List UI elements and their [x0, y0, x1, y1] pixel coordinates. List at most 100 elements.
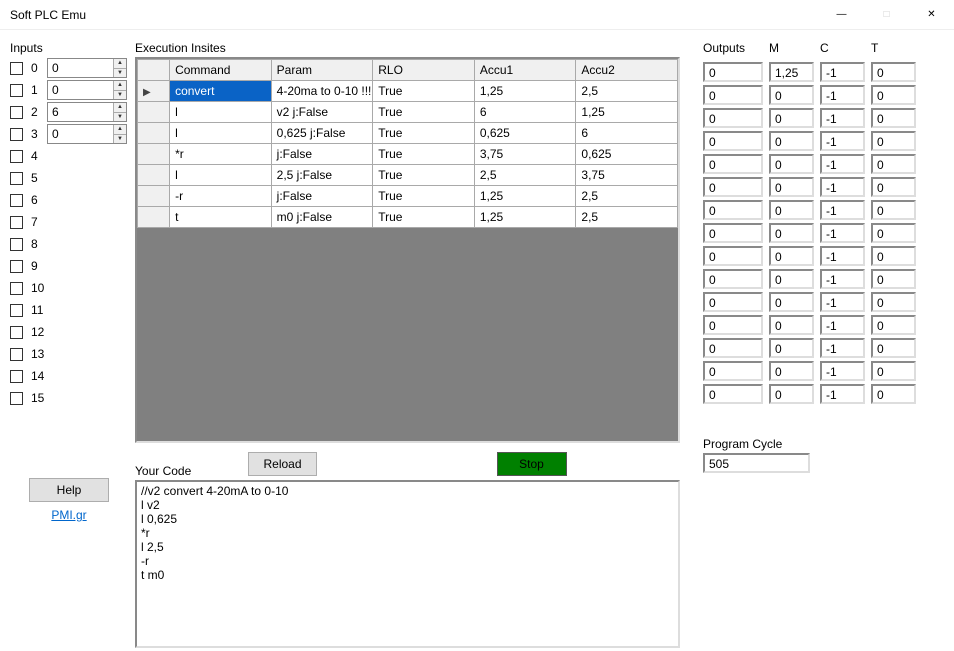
table-row[interactable]: l0,625 j:FalseTrue0,6256	[138, 123, 678, 144]
row-header[interactable]	[138, 165, 170, 186]
input-value-2[interactable]	[48, 103, 113, 121]
grid-cell[interactable]: True	[373, 186, 475, 207]
spinner-down-icon[interactable]: ▼	[114, 68, 126, 78]
program-cycle-panel: Program Cycle 505	[703, 437, 810, 473]
input-checkbox-5[interactable]	[10, 172, 23, 185]
c-value: -1	[820, 200, 865, 220]
input-value-0[interactable]	[48, 59, 113, 77]
spinner-up-icon[interactable]: ▲	[114, 59, 126, 68]
input-checkbox-4[interactable]	[10, 150, 23, 163]
input-checkbox-2[interactable]	[10, 106, 23, 119]
table-row[interactable]: ▶convert4-20ma to 0-10 !!!!True1,252,5	[138, 81, 678, 102]
input-index-label: 4	[27, 149, 43, 163]
row-header[interactable]: ▶	[138, 81, 170, 102]
grid-cell[interactable]: 6	[576, 123, 678, 144]
input-spinner-2[interactable]: ▲ ▼	[47, 102, 127, 122]
spinner-down-icon[interactable]: ▼	[114, 112, 126, 122]
spinner-down-icon[interactable]: ▼	[114, 134, 126, 144]
grid-cell[interactable]: 2,5 j:False	[271, 165, 373, 186]
table-row[interactable]: -r j:FalseTrue1,252,5	[138, 186, 678, 207]
grid-cell[interactable]: True	[373, 123, 475, 144]
grid-cell[interactable]: 4-20ma to 0-10 !!!!	[271, 81, 373, 102]
input-checkbox-9[interactable]	[10, 260, 23, 273]
row-header[interactable]	[138, 207, 170, 228]
pmi-link[interactable]: PMI.gr	[24, 508, 114, 522]
input-index-label: 10	[27, 281, 43, 295]
grid-cell[interactable]: 2,5	[576, 207, 678, 228]
row-header[interactable]	[138, 102, 170, 123]
grid-cell[interactable]: True	[373, 165, 475, 186]
spinner-up-icon[interactable]: ▲	[114, 125, 126, 134]
row-header[interactable]	[138, 123, 170, 144]
output-value: 0	[703, 269, 763, 289]
grid-cell[interactable]: 0,625	[474, 123, 576, 144]
grid-cell[interactable]: 2,5	[474, 165, 576, 186]
grid-cell[interactable]: l	[170, 102, 272, 123]
code-textarea[interactable]	[135, 480, 680, 648]
grid-cell[interactable]: 1,25	[474, 81, 576, 102]
program-cycle-label: Program Cycle	[703, 437, 810, 451]
grid-cell[interactable]: l	[170, 123, 272, 144]
input-value-3[interactable]	[48, 125, 113, 143]
minimize-button[interactable]: —	[819, 0, 864, 30]
table-row[interactable]: tm0 j:FalseTrue1,252,5	[138, 207, 678, 228]
input-checkbox-14[interactable]	[10, 370, 23, 383]
spinner-down-icon[interactable]: ▼	[114, 90, 126, 100]
input-checkbox-0[interactable]	[10, 62, 23, 75]
grid-cell[interactable]: m0 j:False	[271, 207, 373, 228]
grid-header[interactable]: RLO	[373, 60, 475, 81]
input-checkbox-13[interactable]	[10, 348, 23, 361]
grid-cell[interactable]: 3,75	[474, 144, 576, 165]
table-row[interactable]: l2,5 j:FalseTrue2,53,75	[138, 165, 678, 186]
grid-cell[interactable]: 3,75	[576, 165, 678, 186]
input-value-1[interactable]	[48, 81, 113, 99]
table-row[interactable]: lv2 j:FalseTrue61,25	[138, 102, 678, 123]
grid-cell[interactable]: l	[170, 165, 272, 186]
grid-cell[interactable]: 1,25	[474, 207, 576, 228]
grid-header[interactable]: Accu2	[576, 60, 678, 81]
input-checkbox-7[interactable]	[10, 216, 23, 229]
input-spinner-3[interactable]: ▲ ▼	[47, 124, 127, 144]
grid-cell[interactable]: v2 j:False	[271, 102, 373, 123]
input-checkbox-6[interactable]	[10, 194, 23, 207]
input-checkbox-3[interactable]	[10, 128, 23, 141]
grid-cell[interactable]: 1,25	[576, 102, 678, 123]
grid-cell[interactable]: 0,625 j:False	[271, 123, 373, 144]
grid-cell[interactable]: 6	[474, 102, 576, 123]
grid-cell[interactable]: convert	[170, 81, 272, 102]
row-header[interactable]	[138, 186, 170, 207]
input-checkbox-8[interactable]	[10, 238, 23, 251]
close-button[interactable]: ✕	[909, 0, 954, 30]
grid-cell[interactable]: 2,5	[576, 81, 678, 102]
row-header[interactable]	[138, 144, 170, 165]
help-button[interactable]: Help	[29, 478, 109, 502]
input-checkbox-10[interactable]	[10, 282, 23, 295]
grid-cell[interactable]: t	[170, 207, 272, 228]
output-value: 0	[703, 384, 763, 404]
m-value: 0	[769, 108, 814, 128]
grid-header[interactable]: Accu1	[474, 60, 576, 81]
grid-header[interactable]: Param	[271, 60, 373, 81]
spinner-up-icon[interactable]: ▲	[114, 81, 126, 90]
grid-cell[interactable]: -r	[170, 186, 272, 207]
grid-cell[interactable]: 2,5	[576, 186, 678, 207]
execution-grid[interactable]: CommandParamRLOAccu1Accu2 ▶convert4-20ma…	[137, 59, 678, 228]
grid-cell[interactable]: 0,625	[576, 144, 678, 165]
input-spinner-0[interactable]: ▲ ▼	[47, 58, 127, 78]
grid-cell[interactable]: True	[373, 144, 475, 165]
grid-header[interactable]: Command	[170, 60, 272, 81]
grid-cell[interactable]: True	[373, 102, 475, 123]
input-checkbox-12[interactable]	[10, 326, 23, 339]
spinner-up-icon[interactable]: ▲	[114, 103, 126, 112]
grid-cell[interactable]: True	[373, 81, 475, 102]
input-checkbox-15[interactable]	[10, 392, 23, 405]
grid-cell[interactable]: True	[373, 207, 475, 228]
input-checkbox-11[interactable]	[10, 304, 23, 317]
grid-cell[interactable]: 1,25	[474, 186, 576, 207]
input-spinner-1[interactable]: ▲ ▼	[47, 80, 127, 100]
input-checkbox-1[interactable]	[10, 84, 23, 97]
grid-cell[interactable]: j:False	[271, 144, 373, 165]
grid-cell[interactable]: j:False	[271, 186, 373, 207]
table-row[interactable]: *r j:FalseTrue3,750,625	[138, 144, 678, 165]
grid-cell[interactable]: *r	[170, 144, 272, 165]
